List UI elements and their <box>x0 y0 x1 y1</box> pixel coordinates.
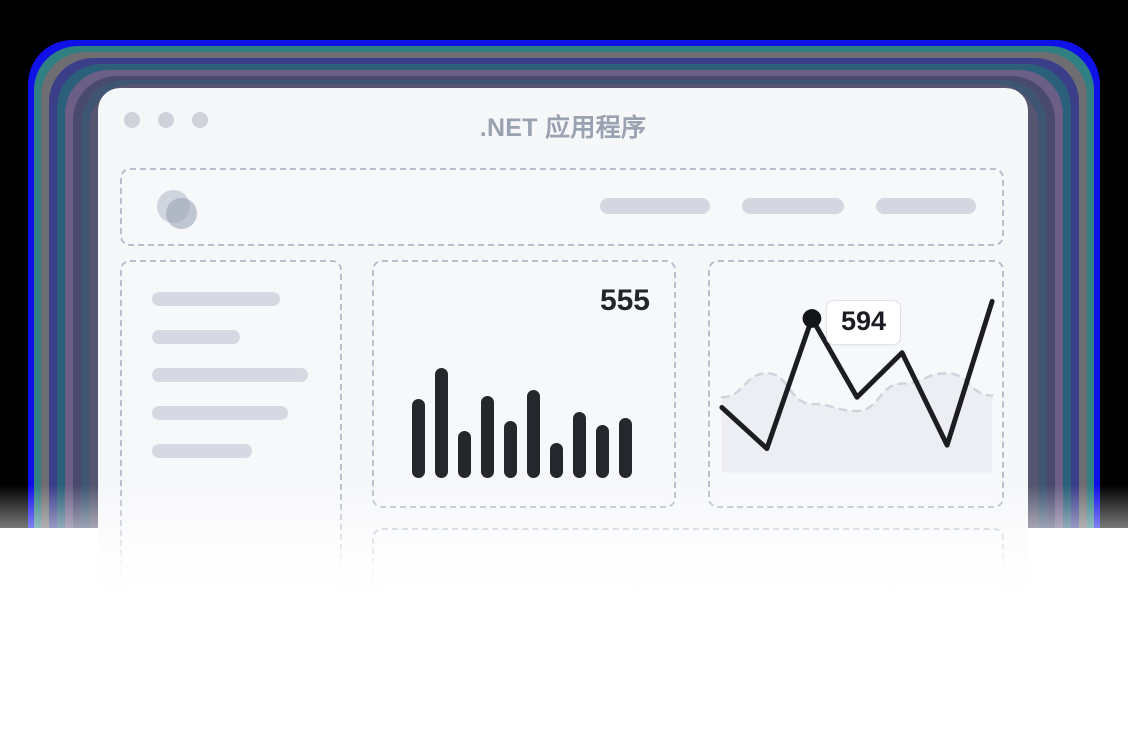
app-logo-icon <box>157 190 197 230</box>
trend-point-marker <box>802 309 822 328</box>
bar-4[interactable] <box>481 395 494 478</box>
header-bar-panel <box>120 168 1004 246</box>
nav-item-3[interactable] <box>876 198 976 214</box>
bottom-content-panel <box>372 528 1004 650</box>
sidebar-line-3[interactable] <box>152 368 308 382</box>
sidebar-placeholder-list <box>152 292 370 482</box>
bar-chart-panel: 555 <box>372 260 676 508</box>
bar-3[interactable] <box>458 430 471 478</box>
bar-7[interactable] <box>550 442 563 478</box>
bar-10[interactable] <box>619 417 632 478</box>
sidebar-line-1[interactable] <box>152 292 280 306</box>
nav-item-2[interactable] <box>742 198 844 214</box>
logo-circle-front <box>166 198 197 229</box>
sidebar-line-4[interactable] <box>152 406 288 420</box>
sidebar-line-2[interactable] <box>152 330 240 344</box>
sidebar-panel <box>120 260 342 650</box>
line-chart-panel: 594 <box>708 260 1004 508</box>
bar-9[interactable] <box>596 425 609 478</box>
nav-placeholder-group <box>600 198 976 214</box>
bar-5[interactable] <box>504 420 517 478</box>
nav-item-1[interactable] <box>600 198 710 214</box>
bar-chart-bars <box>412 368 632 478</box>
bar-8[interactable] <box>573 412 586 478</box>
value-tooltip: 594 <box>826 300 902 345</box>
bar-2[interactable] <box>435 368 448 478</box>
bar-chart-value-label: 555 <box>599 284 650 317</box>
sidebar-line-5[interactable] <box>152 444 252 458</box>
line-chart-svg <box>719 298 995 473</box>
bar-1[interactable] <box>412 398 425 478</box>
screenshot-stage: .NET 应用程序 555 594 <box>0 0 1128 735</box>
window-title: .NET 应用程序 <box>479 114 647 142</box>
window-titlebar: .NET 应用程序 <box>98 88 1028 152</box>
app-window: .NET 应用程序 555 594 <box>98 88 1028 655</box>
bar-6[interactable] <box>527 390 540 478</box>
